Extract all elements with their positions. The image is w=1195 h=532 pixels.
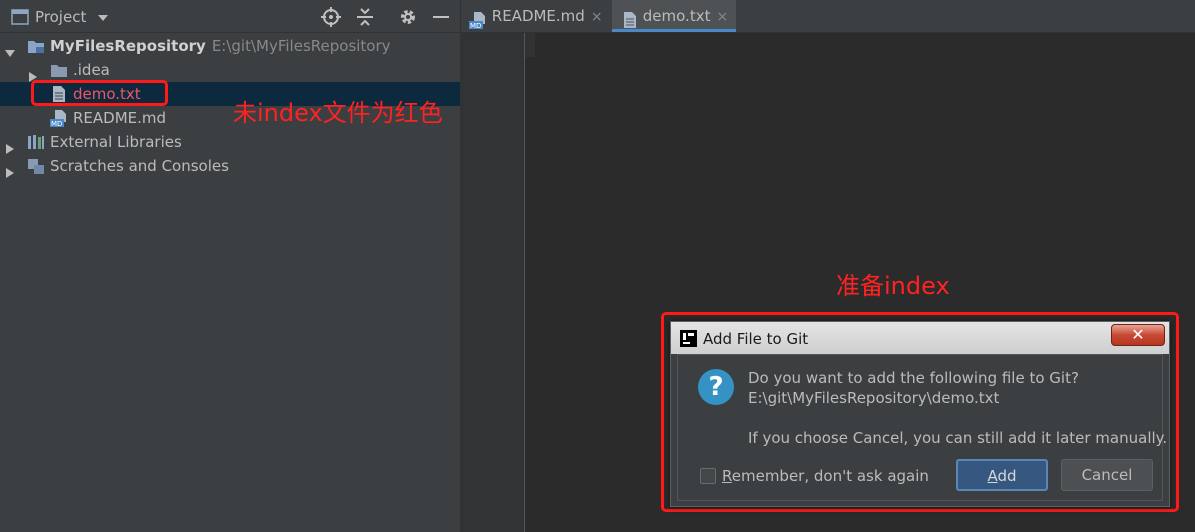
- svg-text:MD: MD: [51, 120, 62, 127]
- tab-demo-txt[interactable]: demo.txt ×: [612, 0, 736, 32]
- remember-checkbox[interactable]: [700, 468, 716, 484]
- chevron-right-icon[interactable]: [28, 65, 38, 82]
- tree-item-external-libraries[interactable]: External Libraries: [0, 130, 460, 154]
- project-view-icon: [11, 9, 29, 25]
- folder-icon: [50, 61, 68, 79]
- tree-item-myfilesrepository[interactable]: MyFilesRepository E:\git\MyFilesRepositor…: [0, 34, 460, 58]
- dialog-message-line1: Do you want to add the following file to…: [748, 369, 1079, 387]
- project-name: MyFilesRepository: [50, 37, 206, 55]
- editor-tab-bar: MD README.md × demo.txt ×: [461, 0, 1195, 33]
- chevron-down-icon[interactable]: [96, 11, 110, 25]
- editor-gutter: [461, 33, 525, 532]
- cancel-button[interactable]: Cancel: [1061, 459, 1153, 491]
- chevron-down-icon[interactable]: [5, 41, 15, 57]
- tree-item-label: README.md: [73, 109, 167, 127]
- tab-label: README.md: [491, 7, 585, 25]
- label-rest: dd: [997, 467, 1017, 485]
- close-icon[interactable]: ×: [591, 9, 603, 25]
- window-close-button[interactable]: ✕: [1111, 324, 1165, 346]
- hide-panel-icon[interactable]: [430, 6, 452, 28]
- close-icon[interactable]: ×: [716, 9, 728, 25]
- mnemonic-letter: A: [987, 467, 998, 485]
- gear-icon[interactable]: [397, 6, 419, 28]
- dialog-title: Add File to Git: [703, 330, 809, 348]
- dialog-titlebar[interactable]: Add File to Git ✕: [671, 322, 1169, 354]
- chevron-right-icon[interactable]: [5, 137, 15, 154]
- tree-item-label: .idea: [73, 61, 110, 79]
- text-file-icon: [622, 8, 638, 28]
- annotation-untracked-note: 未index文件为红色: [233, 99, 443, 127]
- remember-checkbox-label[interactable]: Remember, don't ask again: [722, 467, 929, 485]
- tree-item-scratches-and-consoles[interactable]: Scratches and Consoles: [0, 154, 460, 178]
- libraries-icon: [27, 133, 45, 151]
- tree-item-label: Scratches and Consoles: [50, 157, 229, 175]
- tab-readme-md[interactable]: MD README.md ×: [469, 0, 609, 32]
- project-toolbar: Project: [0, 0, 460, 33]
- label-rest: emember, don't ask again: [731, 467, 929, 485]
- markdown-file-icon: MD: [469, 8, 487, 30]
- module-folder-icon: [27, 37, 45, 55]
- locate-icon[interactable]: [320, 6, 342, 28]
- add-button[interactable]: Add: [956, 459, 1048, 491]
- tree-item-label: MyFilesRepository E:\git\MyFilesRepositor…: [50, 34, 391, 58]
- chevron-right-icon[interactable]: [5, 161, 15, 178]
- dialog-file-path: E:\git\MyFilesRepository\demo.txt: [748, 389, 1000, 407]
- mnemonic-letter: R: [722, 467, 732, 485]
- intellij-app-icon: [680, 330, 697, 347]
- annotation-box-demo-txt: [31, 80, 168, 106]
- tab-label: demo.txt: [642, 7, 711, 25]
- project-path-hint: E:\git\MyFilesRepository: [211, 37, 391, 55]
- dialog-message-line3: If you choose Cancel, you can still add …: [748, 429, 1168, 447]
- annotation-prepare-note: 准备index: [836, 272, 950, 300]
- svg-text:MD: MD: [470, 22, 481, 29]
- tree-item-label: External Libraries: [50, 133, 182, 151]
- scratches-icon: [27, 157, 45, 175]
- tree-item-idea[interactable]: .idea: [0, 58, 460, 82]
- markdown-file-icon: MD: [50, 109, 68, 128]
- dialog-body: ? Do you want to add the following file …: [677, 354, 1167, 501]
- project-view-title[interactable]: Project: [35, 8, 86, 26]
- editor-current-line[interactable]: [525, 33, 535, 57]
- add-file-to-git-dialog: Add File to Git ✕ ? Do you want to add t…: [670, 321, 1170, 507]
- collapse-all-icon[interactable]: [354, 6, 376, 28]
- question-icon: ?: [698, 369, 734, 405]
